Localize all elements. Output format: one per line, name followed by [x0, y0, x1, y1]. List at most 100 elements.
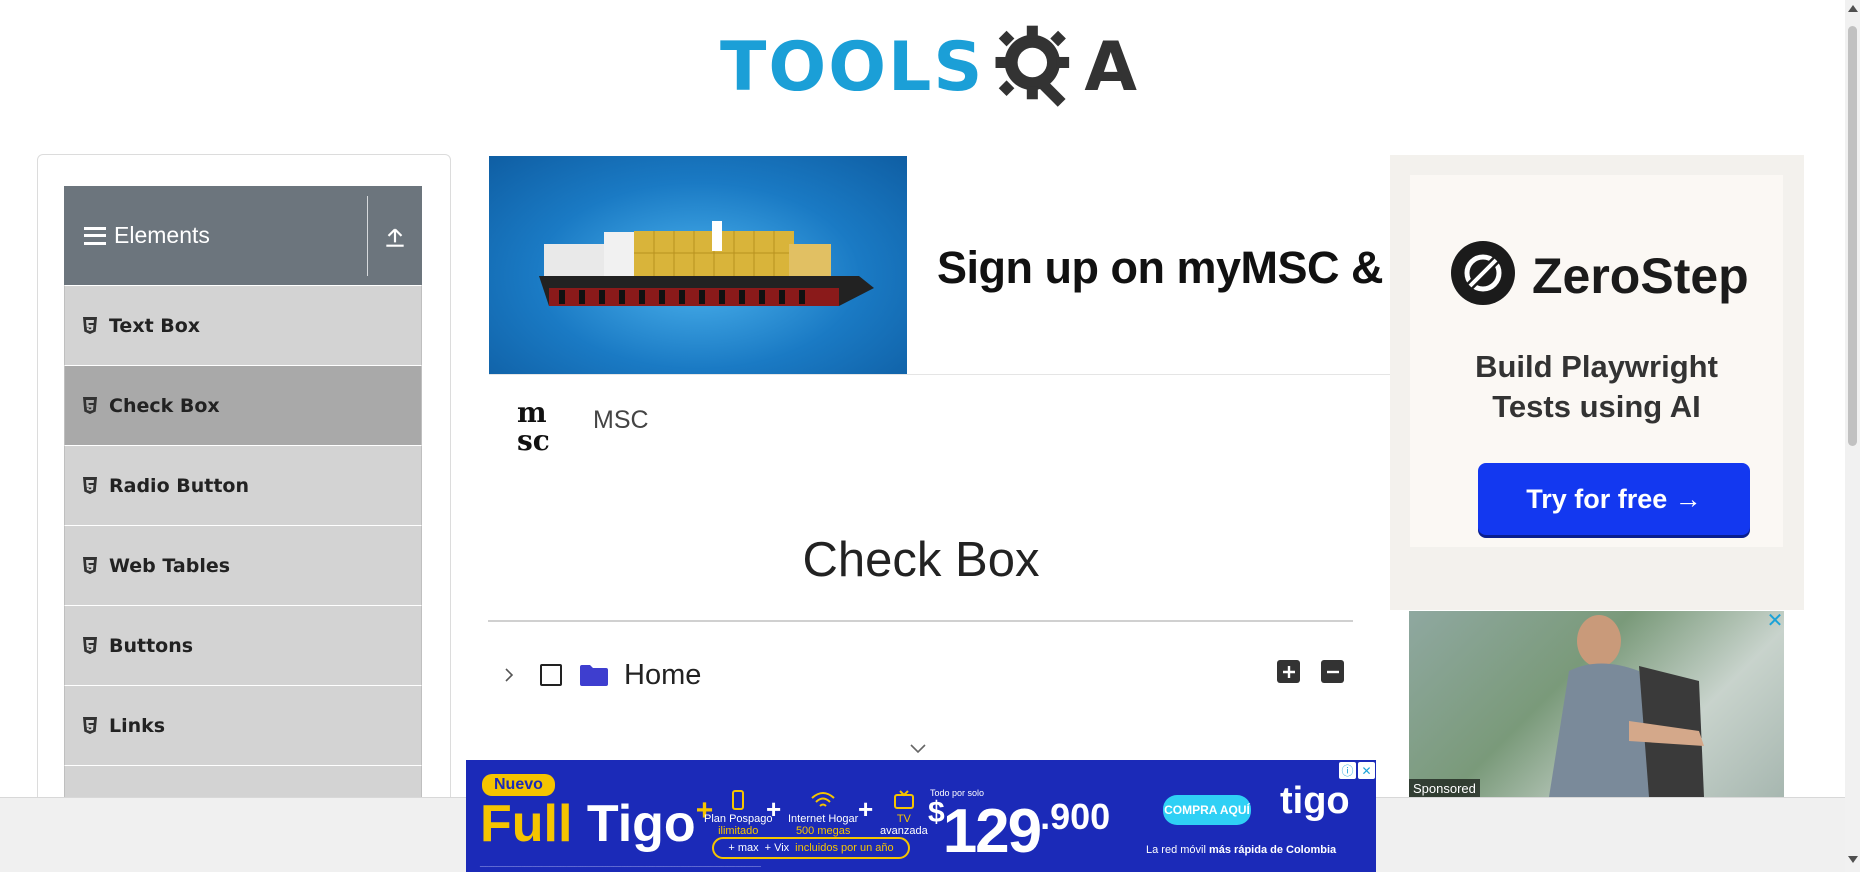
html5-icon [83, 397, 97, 414]
hiker-image [1549, 615, 1704, 797]
tree-node-label: Home [624, 658, 702, 691]
sidebar-item-text-box[interactable]: Text Box [64, 285, 422, 365]
plus-sign: + [858, 794, 874, 824]
sidebar-item-label: Check Box [109, 394, 220, 417]
pill-vix: + Vix [764, 842, 790, 854]
title-divider [488, 620, 1353, 622]
legal-fine-print: ________________________________________… [480, 862, 761, 868]
page-title: Check Box [802, 533, 1040, 587]
scroll-down-arrow-icon[interactable] [1848, 856, 1858, 863]
plus-square-icon [1282, 665, 1295, 678]
zerostep-ad-card: ZeroStep Build Playwright Tests using AI… [1410, 175, 1783, 547]
feature-1-line-b: ilimitado [718, 825, 759, 837]
try-for-free-button[interactable]: Try for free → [1478, 463, 1750, 535]
slogan-b: más rápida de Colombia [1208, 844, 1337, 856]
logo-a-text: A [1084, 28, 1137, 107]
scrollbar-thumb[interactable] [1848, 26, 1857, 446]
cargo-ship-illustration [539, 221, 874, 306]
hamburger-icon [84, 226, 106, 245]
feature-tv: TV avanzada [880, 790, 928, 837]
compra-aqui-button[interactable]: COMPRA AQUÍ [1163, 795, 1251, 825]
tagline-line-2: Tests using AI [1492, 389, 1701, 424]
sidebar: Elements Text Box Check Box Radio Button… [37, 154, 451, 872]
svg-text:sc: sc [517, 424, 550, 454]
feature-1-line-a: Plan Pospago [704, 813, 773, 825]
ad-controls: ⓘ ✕ [1339, 762, 1375, 779]
collapse-all-button[interactable] [1321, 660, 1344, 683]
home-checkbox[interactable] [540, 664, 562, 686]
page-scrollbar[interactable] [1845, 0, 1860, 872]
logo-qa: A [990, 22, 1137, 114]
gear-magnifier-icon [995, 25, 1070, 107]
minus-square-icon [1326, 670, 1339, 673]
sidebar-item-label: Web Tables [109, 554, 231, 577]
sponsored-photo[interactable] [1409, 611, 1784, 797]
zerostep-brand: ZeroStep [1532, 248, 1749, 304]
page: TOOLS A Elements Text Box Check Box Radi… [0, 0, 1860, 872]
feature-2-line-b: 500 megas [795, 825, 851, 837]
full-tigo-title: Full Tigo+ [480, 794, 713, 854]
ad-close-icon[interactable]: ✕ [1358, 762, 1375, 779]
ad-info-icon[interactable]: ⓘ [1339, 762, 1356, 779]
feature-internet: Internet Hogar 500 megas [788, 790, 858, 837]
advertiser-name: MSC [593, 406, 649, 434]
msc-ad[interactable]: Sign up on myMSC & B m sc MSC [489, 156, 1393, 472]
tigo-logo: tigo [1280, 780, 1350, 822]
product-name-b: Tigo [586, 795, 696, 853]
sidebar-item-label: Buttons [109, 634, 194, 657]
feature-3-line-a: TV [896, 813, 911, 825]
tree-node-home: Home [500, 655, 701, 695]
chevron-right-icon[interactable] [500, 666, 518, 684]
logo-tools-text: TOOLS [720, 28, 985, 107]
scroll-up-arrow-icon[interactable] [1848, 5, 1858, 12]
html5-icon [83, 717, 97, 734]
elements-menu: Text Box Check Box Radio Button Web Tabl… [64, 285, 422, 845]
slogan-a: La red móvil [1146, 844, 1209, 856]
html5-icon [83, 317, 97, 334]
price-main: 129 [942, 797, 1042, 866]
html5-icon [83, 557, 97, 574]
feature-3-line-b: avanzada [880, 825, 928, 837]
tigo-banner-ad[interactable]: Nuevo Full Tigo+ Plan Pospago ilimitado … [466, 760, 1376, 872]
expand-all-button[interactable] [1277, 660, 1300, 683]
html5-icon [83, 477, 97, 494]
sidebar-item-radio-button[interactable]: Radio Button [64, 445, 422, 525]
feature-pospago: Plan Pospago ilimitado [704, 790, 773, 837]
folder-icon [580, 665, 608, 686]
msc-logo-icon: m sc [517, 396, 550, 454]
wifi-icon [811, 792, 835, 807]
zerostep-logo-icon [1451, 241, 1515, 305]
zerostep-ad[interactable]: ZeroStep Build Playwright Tests using AI… [1390, 155, 1804, 610]
price: $129.900 [928, 796, 1110, 867]
zerostep-tagline: Build Playwright Tests using AI [1410, 347, 1783, 427]
phone-icon [732, 790, 745, 810]
collapse-up-icon[interactable] [382, 224, 408, 250]
sidebar-item-buttons[interactable]: Buttons [64, 605, 422, 685]
ad-separator [489, 374, 1393, 375]
nuevo-badge: Nuevo [482, 774, 555, 796]
elements-group-header[interactable]: Elements [64, 186, 422, 285]
close-ad-icon[interactable]: ✕ [1764, 610, 1786, 632]
price-cents: .900 [1040, 796, 1111, 837]
tagline-line-1: Build Playwright [1475, 349, 1718, 384]
ad-headline: Sign up on myMSC & B [937, 242, 1393, 293]
pill-included: incluidos por un año [795, 842, 894, 854]
product-name-a: Full [480, 795, 587, 853]
sidebar-item-web-tables[interactable]: Web Tables [64, 525, 422, 605]
html5-icon [83, 637, 97, 654]
sidebar-item-label: Links [109, 714, 166, 737]
toolsqa-logo[interactable]: TOOLS A [720, 18, 1137, 118]
sponsored-label: Sponsored [1409, 779, 1480, 798]
sidebar-item-links[interactable]: Links [64, 685, 422, 765]
chevron-down-icon [910, 744, 926, 754]
pill-max: + max [728, 842, 759, 854]
price-currency: $ [928, 796, 945, 829]
streaming-pill: + max + Vix incluidos por un año [712, 837, 910, 859]
ship-image [489, 156, 907, 374]
plus-sign: + [766, 794, 782, 824]
sidebar-item-check-box[interactable]: Check Box [64, 365, 422, 445]
sidebar-item-label: Text Box [109, 314, 201, 337]
feature-2-line-a: Internet Hogar [788, 813, 859, 825]
sidebar-item-label: Radio Button [109, 474, 249, 497]
group-title: Elements [114, 222, 210, 248]
